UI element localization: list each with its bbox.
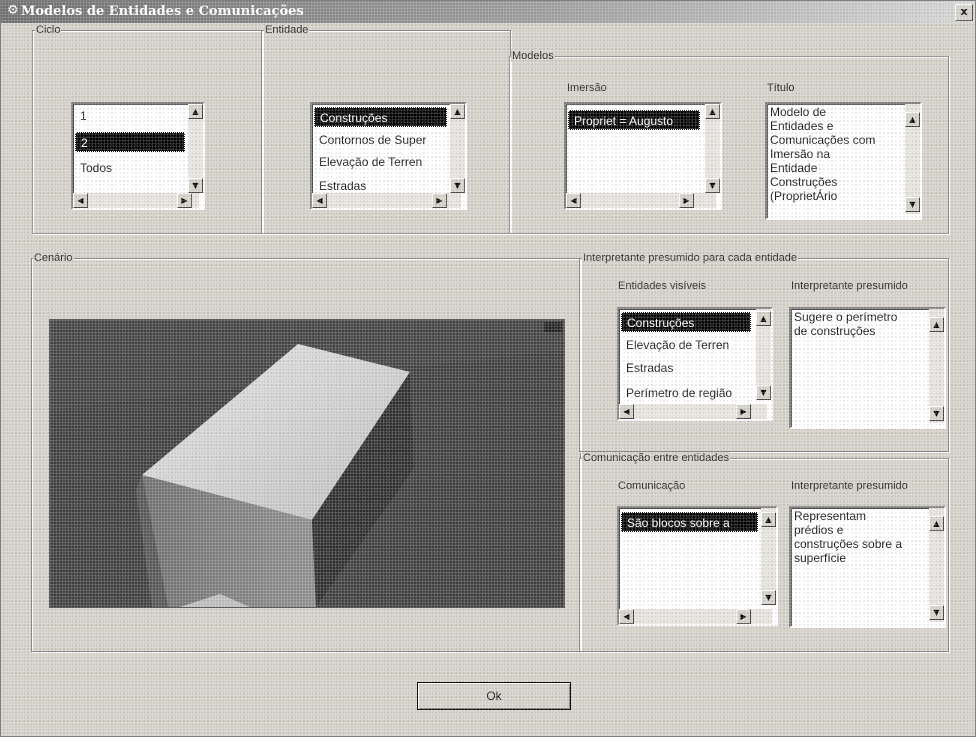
scroll-right-icon[interactable]: ▶ (177, 193, 192, 208)
close-button[interactable]: x (955, 4, 973, 21)
scene-viewport[interactable] (49, 319, 565, 608)
scroll-down-icon[interactable]: ▼ (188, 178, 203, 193)
scene-render-image (50, 320, 564, 607)
main-window: ⚙ Modelos de Entidades e Comunicações x … (0, 0, 976, 737)
entidades-visiveis-label: Entidades visíveis (618, 280, 707, 292)
comunicacao-label: Comunicação (618, 480, 686, 492)
imersao-label: Imersão (567, 82, 607, 94)
scroll-right-icon[interactable]: ▶ (432, 193, 447, 208)
cenario-label: Cenário (33, 252, 74, 264)
scroll-down-icon[interactable]: ▼ (905, 197, 920, 212)
horizontal-scrollbar[interactable]: ◀ ▶ (566, 193, 716, 208)
list-item[interactable]: 1 (75, 106, 188, 126)
scroll-left-icon[interactable]: ◀ (566, 193, 581, 208)
titulo-textbox[interactable]: Modelo de Entidades e Comunicações com I… (765, 102, 922, 220)
comunicacao-listbox[interactable]: São blocos sobre a ▲ ▼ ◀ ▶ (617, 506, 778, 626)
modelos-label: Modelos (511, 50, 555, 62)
horizontal-scrollbar[interactable]: ◀ ▶ (73, 193, 199, 208)
titulo-label: Título (767, 82, 795, 94)
scroll-down-icon[interactable]: ▼ (450, 178, 465, 193)
title-bar[interactable]: ⚙ Modelos de Entidades e Comunicações x (1, 1, 975, 23)
vertical-scrollbar[interactable]: ▲ ▼ (705, 104, 720, 193)
comunicacao-group-label: Comunicação entre entidades (582, 452, 731, 464)
horizontal-scrollbar[interactable]: ◀ ▶ (312, 193, 461, 208)
ciclo-label: Ciclo (35, 24, 62, 36)
scroll-up-icon[interactable]: ▲ (761, 512, 776, 527)
comunicacao-presumido-textbox[interactable]: Representam prédios e construções sobre … (789, 506, 946, 628)
scroll-down-icon[interactable]: ▼ (756, 385, 771, 400)
interpretante-label: Interpretante presumido para cada entida… (582, 252, 799, 264)
comunicacao-presumido-label: Interpretante presumido (791, 480, 908, 492)
scroll-up-icon[interactable]: ▲ (450, 104, 465, 119)
scroll-left-icon[interactable]: ◀ (619, 609, 634, 624)
scroll-right-icon[interactable]: ▶ (736, 609, 751, 624)
scroll-left-icon[interactable]: ◀ (73, 193, 88, 208)
vertical-scrollbar[interactable]: ▲ ▼ (905, 104, 920, 214)
scroll-left-icon[interactable]: ◀ (312, 193, 327, 208)
list-item-selected[interactable]: São blocos sobre a (621, 512, 758, 532)
list-item-selected[interactable]: Construções (621, 312, 751, 332)
scroll-up-icon[interactable]: ▲ (929, 317, 944, 332)
list-item[interactable]: Perímetro de região (621, 383, 756, 403)
scroll-up-icon[interactable]: ▲ (905, 112, 920, 127)
vertical-scrollbar[interactable]: ▲ ▼ (761, 508, 776, 605)
list-item-selected[interactable]: Propriet = Augusto (568, 110, 700, 130)
ciclo-listbox[interactable]: 1 2 Todos ▲ ▼ ◀ ▶ (71, 102, 205, 210)
horizontal-scrollbar[interactable]: ◀ ▶ (619, 609, 772, 624)
scroll-up-icon[interactable]: ▲ (705, 104, 720, 119)
scroll-left-icon[interactable]: ◀ (619, 404, 634, 419)
vertical-scrollbar[interactable]: ▲ ▼ (188, 104, 203, 193)
list-item[interactable]: Todos (75, 158, 188, 178)
vertical-scrollbar[interactable]: ▲ ▼ (929, 508, 944, 622)
list-item[interactable]: Estradas (621, 358, 756, 378)
titulo-text: Modelo de Entidades e Comunicações com I… (770, 105, 876, 203)
vertical-scrollbar[interactable]: ▲ ▼ (756, 309, 771, 400)
list-item[interactable]: Elevação de Terren (314, 152, 451, 172)
scroll-down-icon[interactable]: ▼ (761, 590, 776, 605)
scroll-down-icon[interactable]: ▼ (705, 178, 720, 193)
entidades-visiveis-listbox[interactable]: Construções Elevação de Terren Estradas … (617, 307, 773, 421)
window-title: Modelos de Entidades e Comunicações (21, 4, 304, 19)
scroll-right-icon[interactable]: ▶ (679, 193, 694, 208)
interpretante-presumido-textbox[interactable]: Sugere o perímetro de construções ▲ ▼ (789, 307, 946, 429)
horizontal-scrollbar[interactable]: ◀ ▶ (619, 404, 767, 419)
interpretante-presumido-text: Sugere o perímetro de construções (794, 310, 898, 338)
list-item-selected[interactable]: 2 (75, 132, 185, 152)
entidade-label: Entidade (264, 24, 310, 36)
scroll-down-icon[interactable]: ▼ (929, 605, 944, 620)
vertical-scrollbar[interactable]: ▲ ▼ (929, 309, 944, 423)
list-item-selected[interactable]: Construções (314, 107, 447, 127)
app-icon: ⚙ (7, 3, 19, 18)
scroll-up-icon[interactable]: ▲ (188, 104, 203, 119)
comunicacao-presumido-text: Representam prédios e construções sobre … (794, 509, 903, 565)
scroll-down-icon[interactable]: ▼ (929, 406, 944, 421)
scroll-right-icon[interactable]: ▶ (736, 404, 751, 419)
interpretante-presumido-label: Interpretante presumido (791, 280, 908, 292)
ok-button[interactable]: Ok (417, 682, 571, 710)
scroll-up-icon[interactable]: ▲ (756, 311, 771, 326)
scroll-up-icon[interactable]: ▲ (929, 516, 944, 531)
entidade-listbox[interactable]: Construções Contornos de Super Elevação … (310, 102, 467, 210)
list-item[interactable]: Elevação de Terren (621, 335, 756, 355)
imersao-listbox[interactable]: Propriet = Augusto ▲ ▼ ◀ ▶ (564, 102, 722, 210)
vertical-scrollbar[interactable]: ▲ ▼ (450, 104, 465, 193)
list-item[interactable]: Contornos de Super (314, 130, 451, 150)
